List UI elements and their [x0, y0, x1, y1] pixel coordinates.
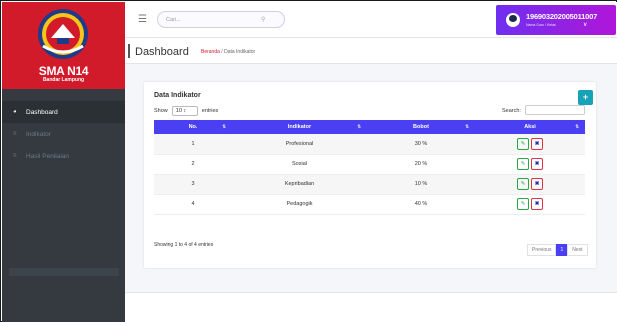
indikator-table: No. ⇅ Indikator ⇅ Bobot ⇅ Aksi ⇅ 1 Profesion… [154, 120, 585, 215]
column-header-indikator[interactable]: Indikator ⇅ [232, 120, 367, 134]
cell-aksi: ✎ ✖ [475, 154, 585, 175]
table-row: 1 Profesional 30 % ✎ ✖ [154, 134, 585, 155]
sidebar: SMA N14 Bandar Lampung ◕ Dashboard ≡ Ind… [2, 2, 125, 322]
cell-indikator: Sosial [232, 154, 367, 175]
entries-select[interactable]: 10 ↕ [171, 106, 198, 116]
pagination-next[interactable]: Next [567, 244, 588, 256]
list-icon: ≡ [13, 153, 17, 159]
cell-aksi: ✎ ✖ [475, 134, 585, 155]
title-divider [128, 44, 130, 58]
sidebar-item-hasil-penilaian[interactable]: ≡ Hasil Penilaian [2, 145, 125, 167]
cell-bobot: 30 % [367, 134, 475, 155]
sort-icon: ⇅ [222, 124, 226, 129]
avatar [506, 13, 520, 27]
cell-bobot: 40 % [367, 194, 475, 215]
cell-indikator: Pedagogik [232, 194, 367, 215]
sort-icon: ⇅ [357, 124, 361, 129]
show-label: Show [154, 108, 168, 114]
indikator-card: Data Indikator + Show 10 ↕ entries Searc… [144, 82, 596, 268]
cell-no: 4 [154, 194, 232, 215]
sidebar-item-dashboard[interactable]: ◕ Dashboard [2, 101, 125, 123]
breadcrumb-home[interactable]: Beranda [201, 49, 220, 55]
column-header-bobot[interactable]: Bobot ⇅ [367, 120, 475, 134]
breadcrumb: Beranda / Data Indikator [201, 49, 255, 55]
cell-no: 1 [154, 134, 232, 155]
table-header-row: No. ⇅ Indikator ⇅ Bobot ⇅ Aksi ⇅ [154, 120, 585, 134]
cell-indikator: Kepribadian [232, 174, 367, 195]
cell-indikator: Profesional [232, 134, 367, 155]
edit-icon[interactable]: ✎ [517, 198, 529, 210]
cell-no: 3 [154, 174, 232, 195]
sidebar-item-label: Indikator [26, 130, 51, 138]
content-body: Data Indikator + Show 10 ↕ entries Searc… [125, 64, 617, 292]
add-indikator-button[interactable]: + [578, 90, 593, 105]
table-row: 4 Pedagogik 40 % ✎ ✖ [154, 194, 585, 215]
sort-icon: ⇅ [465, 124, 469, 129]
page-title: Dashboard [135, 46, 189, 58]
user-id: 196903202005011007 [526, 12, 598, 21]
brand-panel[interactable]: SMA N14 Bandar Lampung [2, 2, 125, 89]
list-icon: ≡ [13, 131, 17, 137]
search-icon[interactable]: ⚲ [261, 12, 265, 28]
cell-aksi: ✎ ✖ [475, 194, 585, 215]
table-search-input[interactable] [525, 105, 585, 115]
column-header-no[interactable]: No. ⇅ [154, 120, 232, 134]
app-frame: SMA N14 Bandar Lampung ◕ Dashboard ≡ Ind… [0, 0, 617, 322]
entries-control: Show 10 ↕ entries [154, 106, 218, 116]
table-search-label: Search: [502, 108, 521, 114]
entries-label: entries [201, 108, 219, 114]
breadcrumb-separator: / [221, 49, 223, 55]
topbar: ☰ Cari... ⚲ 196903202005011007 Nama Guru… [125, 2, 617, 38]
hamburger-icon[interactable]: ☰ [138, 14, 147, 25]
cell-bobot: 20 % [367, 154, 475, 175]
delete-icon[interactable]: ✖ [531, 137, 543, 150]
search-input[interactable]: Cari... ⚲ [157, 11, 285, 28]
edit-icon[interactable]: ✎ [517, 137, 529, 150]
sidebar-item-indikator[interactable]: ≡ Indikator [2, 123, 125, 145]
sidebar-item-label: Hasil Penilaian [26, 152, 69, 160]
cell-no: 2 [154, 154, 232, 175]
dashboard-icon: ◕ [13, 109, 17, 115]
pagination-page-1[interactable]: 1 [556, 244, 568, 256]
page-footer [125, 292, 617, 322]
user-role: Nama Guru / Kelas [526, 23, 556, 27]
table-row: 3 Kepribadian 10 % ✎ ✖ [154, 174, 585, 195]
cell-bobot: 10 % [367, 174, 475, 195]
search-placeholder: Cari... [166, 17, 181, 23]
column-header-aksi[interactable]: Aksi ⇅ [475, 120, 585, 134]
school-logo [38, 9, 88, 59]
sidebar-footer [9, 268, 119, 276]
table-row: 2 Sosial 20 % ✎ ✖ [154, 154, 585, 175]
pagination: Previous 1 Next [527, 244, 588, 256]
brand-name: SMA N14 [38, 64, 89, 78]
sidebar-item-label: Dashboard [26, 108, 58, 116]
sort-icon: ⇅ [575, 124, 579, 129]
brand-subtitle: Bandar Lampung [42, 77, 85, 83]
showing-info: Showing 1 to 4 of 4 entries [154, 242, 214, 248]
breadcrumb-current: Data Indikator [224, 49, 256, 55]
edit-icon[interactable]: ✎ [517, 158, 529, 170]
content-header: Dashboard Beranda / Data Indikator [125, 38, 617, 64]
card-title: Data Indikator [154, 92, 201, 99]
pagination-previous[interactable]: Previous [527, 244, 557, 256]
cell-aksi: ✎ ✖ [475, 174, 585, 195]
delete-icon[interactable]: ✖ [531, 178, 543, 190]
delete-icon[interactable]: ✖ [531, 158, 543, 170]
user-menu[interactable]: 196903202005011007 Nama Guru / Kelas ∨ [496, 5, 616, 35]
edit-icon[interactable]: ✎ [517, 178, 529, 190]
chevron-down-icon[interactable]: ∨ [583, 21, 587, 28]
delete-icon[interactable]: ✖ [531, 198, 543, 210]
